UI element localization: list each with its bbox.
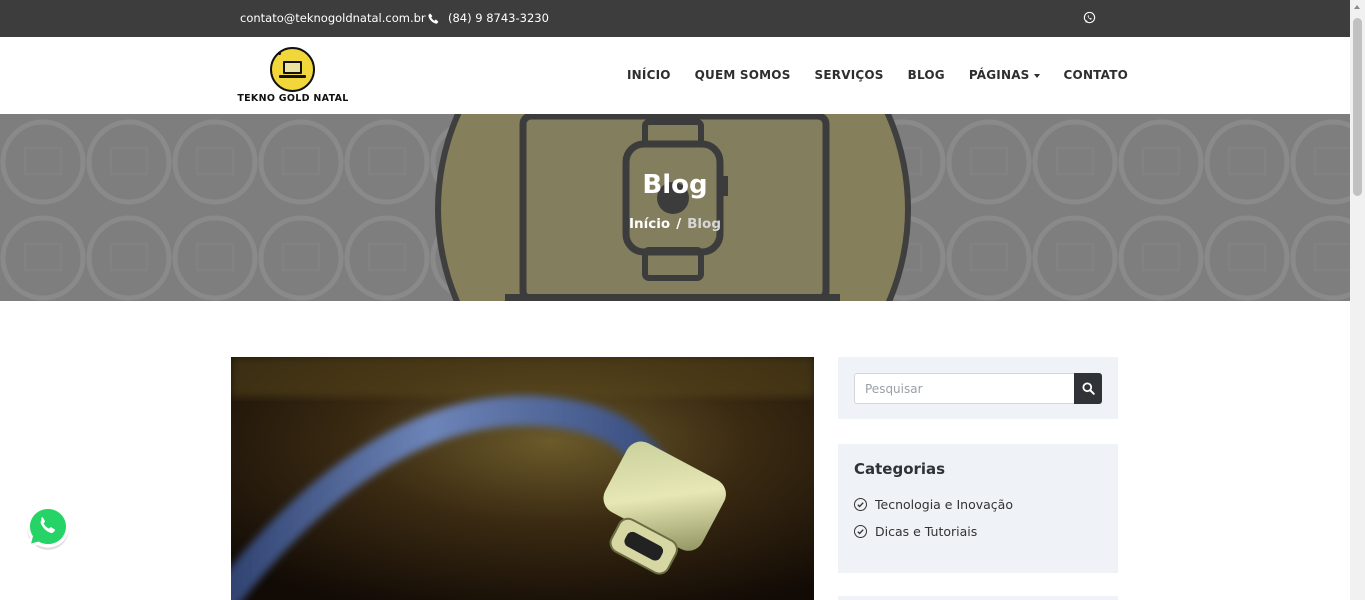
category-link-dicas[interactable]: Dicas e Tutoriais (854, 524, 977, 539)
contact-phone-link[interactable]: (84) 9 8743-3230 (428, 11, 549, 25)
check-circle-icon (854, 498, 867, 511)
sidebar-search-widget (838, 357, 1118, 419)
laptop-logo-icon (270, 47, 315, 92)
breadcrumb-home-link[interactable]: Início (629, 216, 670, 232)
whatsapp-float-button[interactable] (24, 503, 72, 551)
nav-servicos[interactable]: SERVIÇOS (815, 68, 884, 82)
category-link-tecnologia[interactable]: Tecnologia e Inovação (854, 497, 1013, 512)
category-label: Dicas e Tutoriais (875, 524, 978, 539)
blog-post-featured-image[interactable] (231, 357, 814, 600)
whatsapp-icon[interactable] (1083, 11, 1096, 24)
search-icon (1081, 382, 1095, 395)
nav-blog[interactable]: BLOG (908, 68, 945, 82)
sidebar-widget (838, 596, 1118, 600)
main-navbar: TEKNO GOLD NATAL INÍCIO QUEM SOMOS SERVI… (0, 37, 1350, 114)
scroll-up-arrow-icon[interactable] (1354, 5, 1360, 9)
breadcrumb-current: Blog (687, 216, 721, 232)
contact-email-link[interactable]: contato@teknogoldnatal.com.br (240, 11, 426, 25)
category-label: Tecnologia e Inovação (875, 497, 1013, 512)
sidebar-categories-widget: Categorias Tecnologia e Inovação Dicas e… (838, 444, 1118, 573)
phone-number: (84) 9 8743-3230 (448, 11, 549, 25)
page: contato@teknogoldnatal.com.br (84) 9 874… (0, 0, 1365, 600)
page-scrollbar[interactable] (1350, 0, 1365, 600)
main-menu: INÍCIO QUEM SOMOS SERVIÇOS BLOG PÁGINAS … (627, 68, 1128, 82)
nav-quem-somos[interactable]: QUEM SOMOS (695, 68, 791, 82)
top-bar: contato@teknogoldnatal.com.br (84) 9 874… (0, 0, 1350, 37)
logo-text: TEKNO GOLD NATAL (237, 93, 349, 104)
scrollbar-thumb[interactable] (1353, 18, 1362, 196)
categories-title: Categorias (854, 460, 946, 478)
caret-down-icon (1033, 73, 1040, 78)
check-circle-icon (854, 525, 867, 538)
site-logo[interactable]: TEKNO GOLD NATAL (233, 47, 353, 105)
search-input[interactable] (854, 373, 1075, 404)
page-title: Blog (642, 170, 708, 200)
nav-contato[interactable]: CONTATO (1064, 68, 1128, 82)
nav-inicio[interactable]: INÍCIO (627, 68, 671, 82)
nav-paginas-label: PÁGINAS (968, 68, 1030, 82)
page-hero-banner: Blog Início / Blog (0, 114, 1350, 301)
hero-background-image (0, 114, 1350, 301)
breadcrumb: Início / Blog (0, 216, 1350, 232)
breadcrumb-separator: / (676, 216, 682, 232)
phone-icon (428, 13, 439, 24)
search-button[interactable] (1074, 373, 1102, 404)
nav-paginas-dropdown[interactable]: PÁGINAS (969, 68, 1040, 82)
